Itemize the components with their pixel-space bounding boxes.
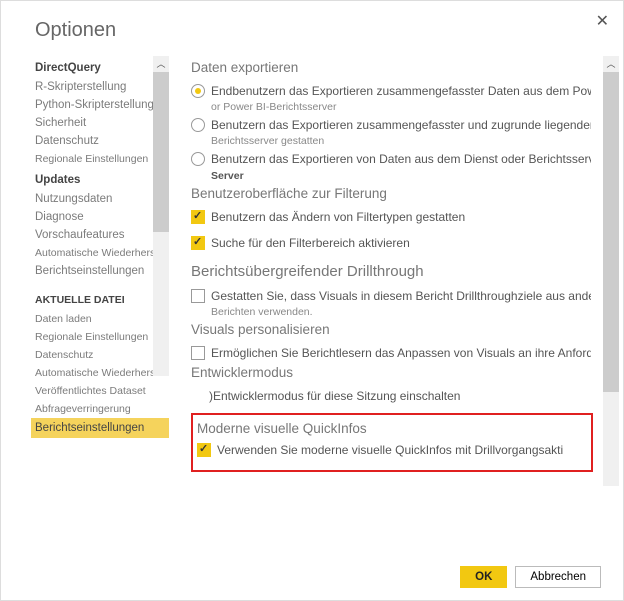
label-export-summary: Endbenutzern das Exportieren zusammengef… — [211, 83, 591, 99]
sidebar-item-privacy[interactable]: Datenschutz — [35, 132, 169, 150]
sidebar-item-preview[interactable]: Vorschaufeatures — [35, 226, 169, 244]
sidebar-item-report-settings-file[interactable]: Berichtseinstellungen — [31, 418, 169, 438]
label-tooltips: Verwenden Sie moderne visuelle QuickInfo… — [217, 442, 563, 458]
sidebar-item-usage[interactable]: Nutzungsdaten — [35, 190, 169, 208]
sidebar-item-diagnostics[interactable]: Diagnose — [35, 208, 169, 226]
label-drillthrough: Gestatten Sie, dass Visuals in diesem Be… — [211, 288, 591, 304]
content-scrollbar[interactable]: ︿ — [603, 56, 619, 486]
check-row-tooltips[interactable]: Verwenden Sie moderne visuelle QuickInfo… — [197, 442, 587, 458]
sidebar-group-directquery: DirectQuery — [35, 62, 169, 74]
label-devmode: )Entwicklermodus für diese Sitzung einsc… — [209, 388, 460, 404]
sidebar-item-regional-file[interactable]: Regionale Einstellungen — [35, 328, 169, 346]
sub-export-none: Server — [211, 170, 615, 182]
checkbox-filter-types[interactable] — [191, 210, 205, 224]
label-export-none: Benutzern das Exportieren von Daten aus … — [211, 151, 591, 167]
label-personalize: Ermöglichen Sie Berichtlesern das Anpass… — [211, 345, 591, 361]
radio-export-underlying[interactable] — [191, 118, 205, 132]
radio-row-export-underlying[interactable]: Benutzern das Exportieren zusammengefass… — [191, 117, 615, 133]
section-export: Daten exportieren — [191, 60, 615, 75]
scroll-up-icon[interactable]: ︿ — [153, 56, 169, 72]
section-devmode: Entwicklermodus — [191, 365, 615, 380]
sub-export-summary: or Power BI-Berichtsserver — [211, 101, 615, 113]
sidebar-item-python-script[interactable]: Python-Skripterstellung — [35, 96, 169, 114]
dialog-footer: OK Abbrechen — [460, 566, 601, 588]
scroll-thumb[interactable] — [153, 72, 169, 232]
sub-drillthrough: Berichten verwenden. — [211, 306, 615, 318]
dialog-body: DirectQuery R-Skripterstellung Python-Sk… — [1, 56, 623, 545]
section-visuals: Visuals personalisieren — [191, 322, 615, 337]
sidebar-item-load-data[interactable]: Daten laden — [35, 310, 169, 328]
highlight-modern-tooltips: Moderne visuelle QuickInfos Verwenden Si… — [191, 413, 593, 472]
check-row-devmode[interactable]: )Entwicklermodus für diese Sitzung einsc… — [191, 388, 615, 404]
sidebar: DirectQuery R-Skripterstellung Python-Sk… — [1, 56, 169, 545]
sidebar-item-security[interactable]: Sicherheit — [35, 114, 169, 132]
section-drillthrough: Berichtsübergreifender Drillthrough — [191, 263, 615, 280]
sidebar-group-updates: Updates — [35, 174, 169, 186]
checkbox-personalize[interactable] — [191, 346, 205, 360]
sidebar-scrollbar[interactable]: ︿ — [153, 56, 169, 376]
check-row-filter-types[interactable]: Benutzern das Ändern von Filtertypen ges… — [191, 209, 615, 225]
section-filter-ui: Benutzeroberfläche zur Filterung — [191, 186, 615, 201]
label-export-underlying: Benutzern das Exportieren zusammengefass… — [211, 117, 591, 133]
sidebar-item-autorecover-file[interactable]: Automatische Wiederherstellung — [35, 364, 169, 382]
checkbox-drillthrough[interactable] — [191, 289, 205, 303]
sidebar-item-published-dataset[interactable]: Veröffentlichtes Dataset — [35, 382, 169, 400]
scroll-up-icon[interactable]: ︿ — [603, 56, 619, 72]
ok-button[interactable]: OK — [460, 566, 507, 588]
sidebar-item-report-settings[interactable]: Berichtseinstellungen — [35, 262, 169, 280]
checkbox-tooltips[interactable] — [197, 443, 211, 457]
sidebar-item-privacy-file[interactable]: Datenschutz — [35, 346, 169, 364]
scroll-thumb[interactable] — [603, 72, 619, 392]
radio-export-summary[interactable] — [191, 84, 205, 98]
close-icon[interactable]: ✕ — [596, 11, 609, 31]
radio-row-export-summary[interactable]: Endbenutzern das Exportieren zusammengef… — [191, 83, 615, 99]
options-dialog: ✕ Optionen DirectQuery R-Skripterstellun… — [1, 1, 623, 600]
check-row-filter-search[interactable]: Suche für den Filterbereich aktivieren — [191, 235, 615, 251]
sub-export-underlying: Berichtsserver gestatten — [211, 135, 615, 147]
cancel-button[interactable]: Abbrechen — [515, 566, 601, 588]
sidebar-item-autorecover[interactable]: Automatische Wiederherstellung — [35, 244, 169, 262]
sidebar-item-regional[interactable]: Regionale Einstellungen — [35, 150, 169, 168]
checkbox-filter-search[interactable] — [191, 236, 205, 250]
radio-row-export-none[interactable]: Benutzern das Exportieren von Daten aus … — [191, 151, 615, 167]
radio-export-none[interactable] — [191, 152, 205, 166]
label-filter-types: Benutzern das Ändern von Filtertypen ges… — [211, 209, 465, 225]
sidebar-item-query-reduction[interactable]: Abfrageverringerung — [35, 400, 169, 418]
dialog-title: Optionen — [1, 19, 623, 56]
label-filter-search: Suche für den Filterbereich aktivieren — [211, 235, 410, 251]
check-row-personalize[interactable]: Ermöglichen Sie Berichtlesern das Anpass… — [191, 345, 615, 361]
sidebar-group-current-file: AKTUELLE DATEI — [35, 294, 169, 306]
sidebar-item-r-script[interactable]: R-Skripterstellung — [35, 78, 169, 96]
check-row-drillthrough[interactable]: Gestatten Sie, dass Visuals in diesem Be… — [191, 288, 615, 304]
content-pane: Daten exportieren Endbenutzern das Expor… — [169, 56, 623, 545]
section-tooltips: Moderne visuelle QuickInfos — [197, 421, 587, 436]
